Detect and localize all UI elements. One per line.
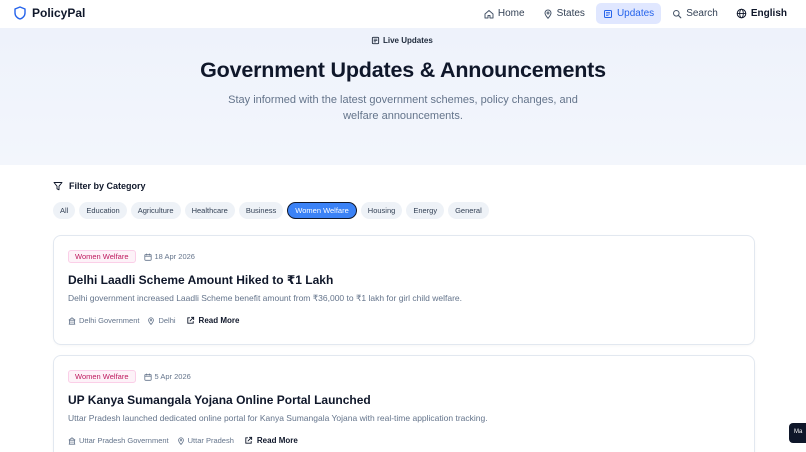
card-location: Delhi <box>147 316 176 325</box>
map-pin-icon <box>147 316 155 325</box>
card-meta: Women Welfare 18 Apr 2026 <box>68 250 195 263</box>
newspaper-icon <box>371 36 380 45</box>
read-more-label: Read More <box>256 436 298 445</box>
card-location-label: Uttar Pradesh <box>187 436 234 445</box>
card-date: 5 Apr 2026 <box>143 372 191 381</box>
filter-heading-label: Filter by Category <box>69 181 146 191</box>
card-footer: Delhi Government Delhi Read More <box>68 316 239 325</box>
card-description: Uttar Pradesh launched dedicated online … <box>68 413 488 423</box>
brand[interactable]: PolicyPal <box>14 6 85 20</box>
card-source-label: Delhi Government <box>79 316 140 325</box>
nav-states[interactable]: States <box>536 3 592 24</box>
card-location: Uttar Pradesh <box>177 436 234 445</box>
nav-updates-label: Updates <box>616 8 655 19</box>
chat-button[interactable]: Ma <box>789 423 806 443</box>
chip-women-welfare[interactable]: Women Welfare <box>287 202 357 219</box>
category-tag: Women Welfare <box>68 370 136 383</box>
top-navbar: PolicyPal Home States Updates Search Eng… <box>0 0 806 28</box>
shield-icon <box>14 6 26 20</box>
map-pin-icon <box>177 436 185 445</box>
card-meta: Women Welfare 5 Apr 2026 <box>68 370 191 383</box>
nav-search[interactable]: Search <box>665 3 725 24</box>
external-link-icon <box>186 316 195 325</box>
nav-links: Home States Updates Search English <box>477 3 794 24</box>
external-link-icon <box>244 436 253 445</box>
chip-business[interactable]: Business <box>238 202 284 219</box>
chip-agriculture[interactable]: Agriculture <box>130 202 181 219</box>
card-date-label: 5 Apr 2026 <box>154 372 191 381</box>
search-icon <box>672 9 682 19</box>
update-card[interactable]: Women Welfare 5 Apr 2026 UP Kanya Sumang… <box>53 355 755 452</box>
live-updates-label: Live Updates <box>383 35 433 45</box>
nav-home-label: Home <box>497 8 525 19</box>
card-title: Delhi Laadli Scheme Amount Hiked to ₹1 L… <box>68 273 334 287</box>
read-more-link[interactable]: Read More <box>244 436 298 445</box>
filter-icon <box>53 181 63 191</box>
building-icon <box>68 436 76 445</box>
nav-search-label: Search <box>686 8 718 19</box>
card-description: Delhi government increased Laadli Scheme… <box>68 293 462 303</box>
category-tag: Women Welfare <box>68 250 136 263</box>
hero-section: Live Updates Government Updates & Announ… <box>0 28 806 165</box>
chip-energy[interactable]: Energy <box>406 202 445 219</box>
map-pin-icon <box>543 9 553 19</box>
nav-home[interactable]: Home <box>477 3 532 24</box>
card-title: UP Kanya Sumangala Yojana Online Portal … <box>68 393 371 407</box>
chip-housing[interactable]: Housing <box>360 202 403 219</box>
card-source-label: Uttar Pradesh Government <box>79 436 169 445</box>
live-updates-badge: Live Updates <box>371 33 433 47</box>
card-date: 18 Apr 2026 <box>143 252 195 261</box>
language-label: English <box>750 8 787 19</box>
card-source: Delhi Government <box>68 316 139 325</box>
read-more-link[interactable]: Read More <box>186 316 240 325</box>
category-chips: All Education Agriculture Healthcare Bus… <box>53 202 489 219</box>
chip-all[interactable]: All <box>53 202 76 219</box>
globe-icon <box>736 8 747 19</box>
newspaper-icon <box>603 9 613 19</box>
language-selector[interactable]: English <box>729 3 794 24</box>
chip-healthcare[interactable]: Healthcare <box>184 202 235 219</box>
nav-states-label: States <box>556 8 585 19</box>
filter-heading: Filter by Category <box>53 181 146 191</box>
brand-name: PolicyPal <box>32 6 86 20</box>
page-title: Government Updates & Announcements <box>200 58 606 82</box>
card-source: Uttar Pradesh Government <box>68 436 169 445</box>
chip-education[interactable]: Education <box>79 202 127 219</box>
page-subtitle: Stay informed with the latest government… <box>228 94 578 122</box>
update-card[interactable]: Women Welfare 18 Apr 2026 Delhi Laadli S… <box>53 235 755 345</box>
read-more-label: Read More <box>198 316 240 325</box>
calendar-icon <box>143 373 152 381</box>
card-location-label: Delhi <box>158 316 176 325</box>
card-date-label: 18 Apr 2026 <box>154 252 195 261</box>
building-icon <box>68 316 76 325</box>
home-icon <box>484 9 494 19</box>
card-footer: Uttar Pradesh Government Uttar Pradesh R… <box>68 436 298 445</box>
calendar-icon <box>143 253 152 261</box>
nav-updates[interactable]: Updates <box>595 3 662 24</box>
chip-general[interactable]: General <box>448 202 489 219</box>
